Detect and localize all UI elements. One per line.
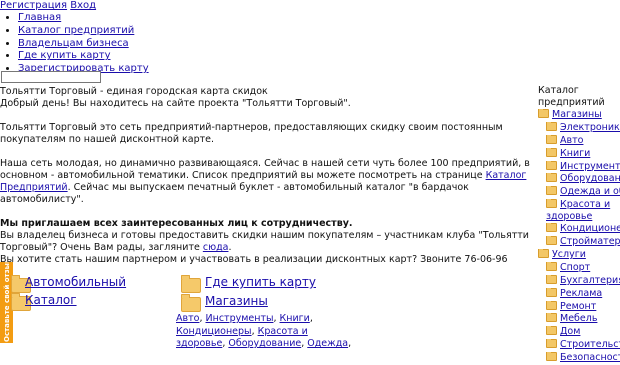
catalog-bottom-link[interactable]: Каталог <box>25 294 77 306</box>
catalog-link-conditioners[interactable]: Кондиционеры <box>560 223 620 234</box>
folder-icon <box>546 236 557 246</box>
intro-paragraph: Тольятти Торговый это сеть предприятий-п… <box>0 122 503 145</box>
folder-icon <box>546 121 557 131</box>
catalog-item: Ремонт <box>538 300 620 314</box>
folder-icon <box>546 274 557 284</box>
catalog-item: Электроника <box>538 121 620 135</box>
invite-text: Мы приглашаем всех заинтересованных лиц … <box>0 218 353 229</box>
catalog-item: Строительство <box>538 339 620 352</box>
shop-link-tools[interactable]: Инструменты <box>206 313 274 324</box>
nav-link-catalog[interactable]: Каталог предприятий <box>18 25 134 36</box>
main-content: Тольятти Торговый - единая городская кар… <box>0 86 532 266</box>
catalog-link-auto[interactable]: Авто <box>560 135 583 146</box>
shop-link-equipment[interactable]: Оборудование <box>228 338 301 349</box>
catalog-item: Авто <box>538 134 620 148</box>
catalog-item: Красота и здоровье <box>538 199 620 223</box>
network-text-a: Наша сеть молодая, но динамично развиваю… <box>0 158 530 181</box>
folder-icon <box>546 326 557 336</box>
folder-icon <box>546 261 557 271</box>
catalog-link-home[interactable]: Дом <box>560 326 580 337</box>
folder-icon <box>546 223 557 233</box>
catalog-shops-link[interactable]: Магазины <box>552 109 602 120</box>
catalog-group-services: Услуги <box>538 249 620 262</box>
catalog-title: Каталог предприятий <box>538 85 605 108</box>
top-links: Регистрация Вход <box>0 0 96 12</box>
catalog-link-equipment[interactable]: Оборудование <box>560 173 620 184</box>
folder-icon <box>546 173 557 183</box>
catalog-item: Безопасность <box>538 352 620 365</box>
nav-link-home[interactable]: Главная <box>18 12 61 23</box>
catalog-item: Кондиционеры <box>538 223 620 236</box>
catalog-link-construction[interactable]: Строительство <box>560 339 620 350</box>
folder-icon <box>546 147 557 157</box>
catalog-item: Стройматериалы <box>538 236 620 249</box>
shop-link-auto[interactable]: Авто <box>176 313 199 324</box>
catalog-link-building[interactable]: Стройматериалы <box>560 236 620 247</box>
folder-icon <box>546 339 557 349</box>
catalog-link-electronics[interactable]: Электроника <box>560 122 620 133</box>
page-title: Тольятти Торговый - единая городская кар… <box>0 86 268 97</box>
catalog-link-accounting[interactable]: Бухгалтерия <box>560 275 620 286</box>
catalog-link-clothes[interactable]: Одежда и обувь <box>560 186 620 197</box>
catalog-link-security[interactable]: Безопасность <box>560 352 620 363</box>
folder-icon <box>181 294 201 312</box>
catalog-link-furniture[interactable]: Мебель <box>560 313 597 324</box>
greeting-text: Добрый день! Вы находитесь на сайте прое… <box>0 98 351 109</box>
nav-item: Где купить карту <box>18 50 149 63</box>
catalog-item: Инструменты <box>538 160 620 174</box>
catalog-item: Одежда и обувь <box>538 186 620 199</box>
folder-icon <box>538 249 549 259</box>
catalog-link-tools[interactable]: Инструменты <box>560 161 620 172</box>
folder-icon <box>546 313 557 323</box>
nav-link-buy-card[interactable]: Где купить карту <box>18 50 111 61</box>
owner-text-a: Вы владелец бизнеса и готовы предоставит… <box>0 230 529 253</box>
catalog-item: Мебель <box>538 313 620 326</box>
folder-icon <box>546 134 557 144</box>
here-link[interactable]: сюда <box>203 242 229 253</box>
catalog-item: Спорт <box>538 261 620 275</box>
catalog-item: Книги <box>538 147 620 161</box>
owner-paragraph: Вы владелец бизнеса и готовы предоставит… <box>0 230 532 254</box>
register-link[interactable]: Регистрация <box>0 0 67 11</box>
catalog-group-shops: Магазины <box>538 109 620 122</box>
auto-catalog-link[interactable]: Автомобильный <box>25 276 126 288</box>
catalog-item: Дом <box>538 326 620 339</box>
catalog-item: Бухгалтерия <box>538 274 620 288</box>
owner-text-b: . <box>228 242 232 253</box>
login-link[interactable]: Вход <box>70 0 96 11</box>
shop-category-links: Авто, Инструменты, Книги, Кондиционеры, … <box>176 313 352 349</box>
network-text-b: . Сейчас мы выпускаем печатный буклет - … <box>0 182 469 205</box>
catalog-sidebar: Каталог предприятий Магазины Электроника… <box>538 85 620 365</box>
invite-heading: Мы приглашаем всех заинтересованных лиц … <box>0 218 532 230</box>
nav-item: Главная <box>18 12 149 25</box>
shop-link-clothes[interactable]: Одежда <box>307 338 348 349</box>
shop-link-conditioners[interactable]: Кондиционеры <box>176 326 252 337</box>
folder-icon <box>546 287 557 297</box>
folder-icon <box>546 300 557 310</box>
folder-icon <box>538 109 549 118</box>
nav-link-owners[interactable]: Владельцам бизнеса <box>18 38 129 49</box>
search-input[interactable] <box>1 71 101 83</box>
network-paragraph: Наша сеть молодая, но динамично развиваю… <box>0 158 532 206</box>
nav-item: Каталог предприятий <box>18 25 149 38</box>
folder-icon <box>546 199 557 209</box>
catalog-item: Реклама <box>538 287 620 301</box>
main-nav: Главная Каталог предприятий Владельцам б… <box>0 12 149 76</box>
folder-icon <box>546 352 557 362</box>
nav-item: Владельцам бизнеса <box>18 38 149 51</box>
shops-bottom-link[interactable]: Магазины <box>205 295 268 307</box>
catalog-services-link[interactable]: Услуги <box>552 249 586 260</box>
folder-icon <box>546 160 557 170</box>
catalog-link-sport[interactable]: Спорт <box>560 262 590 273</box>
catalog-link-repair[interactable]: Ремонт <box>560 301 596 312</box>
catalog-item: Оборудование <box>538 173 620 186</box>
partner-paragraph: Вы хотите стать нашим партнером и участв… <box>0 254 508 265</box>
folder-icon <box>181 275 201 293</box>
folder-icon <box>546 186 557 196</box>
catalog-link-ads[interactable]: Реклама <box>560 288 602 299</box>
shop-link-books[interactable]: Книги <box>280 313 310 324</box>
buy-card-bottom-link[interactable]: Где купить карту <box>205 276 316 288</box>
catalog-link-books[interactable]: Книги <box>560 148 590 159</box>
